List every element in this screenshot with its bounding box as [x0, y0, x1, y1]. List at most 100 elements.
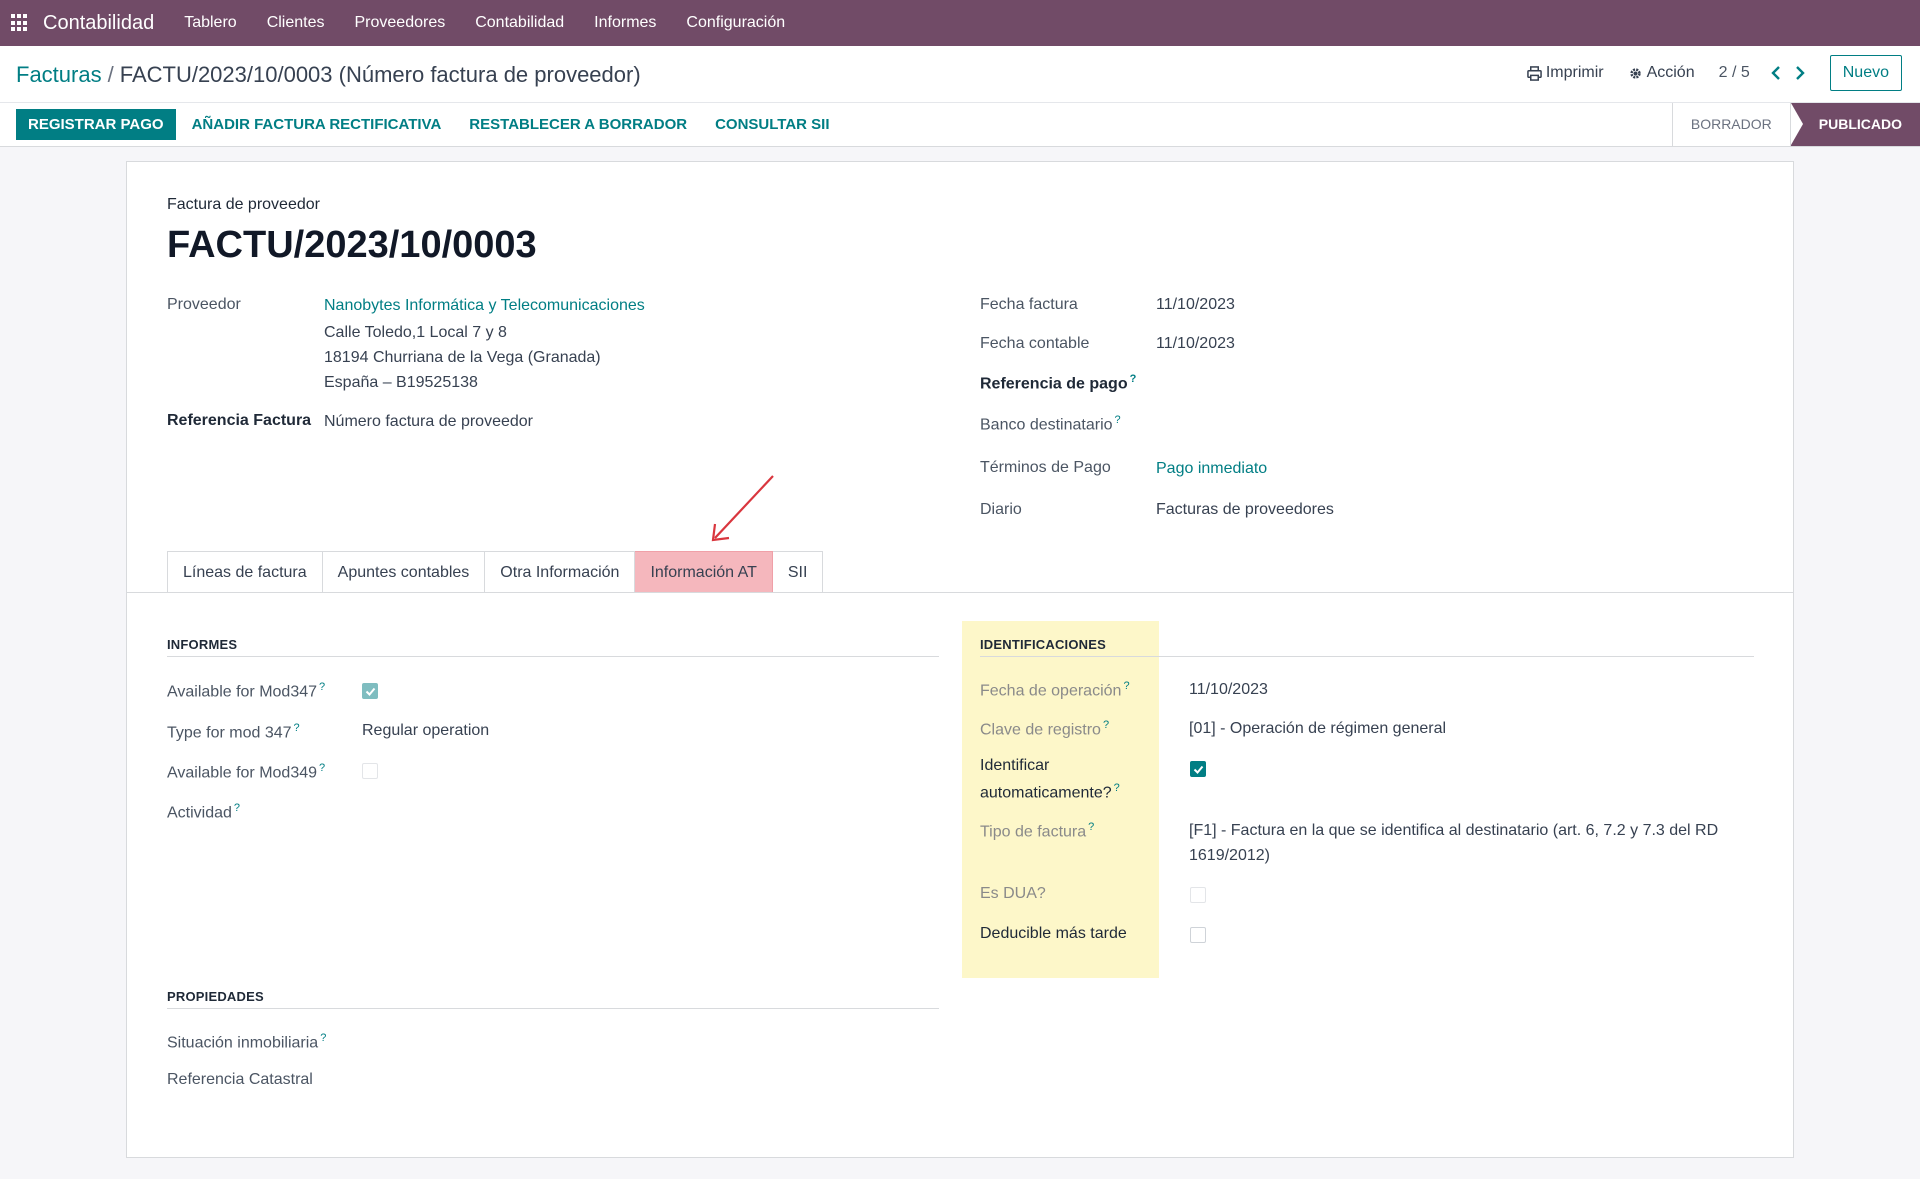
action-label: Acción — [1646, 64, 1695, 81]
vendor-address-line1: Calle Toledo,1 Local 7 y 8 — [324, 324, 507, 341]
identificar-auto-label-line1: Identificar — [980, 757, 1050, 774]
menu-clientes[interactable]: Clientes — [267, 14, 325, 32]
mod347-label-text: Available for Mod347 — [167, 683, 318, 701]
mod347-checkbox[interactable] — [362, 683, 378, 699]
menu-proveedores[interactable]: Proveedores — [355, 14, 446, 32]
state-borrador[interactable]: BORRADOR — [1671, 103, 1790, 146]
check-icon — [1193, 765, 1204, 774]
tab-sii[interactable]: SII — [772, 551, 824, 593]
print-button[interactable]: Imprimir — [1527, 64, 1604, 82]
check-icon — [365, 687, 376, 696]
gear-icon — [1629, 67, 1641, 79]
tab-apuntes-contables[interactable]: Apuntes contables — [322, 551, 486, 593]
invoice-date-value[interactable]: 11/10/2023 — [1156, 296, 1235, 314]
consult-sii-button[interactable]: CONSULTAR SII — [715, 109, 829, 140]
help-icon[interactable]: ? — [1130, 373, 1137, 385]
payment-reference-label-text: Referencia de pago — [980, 375, 1128, 393]
add-credit-note-button[interactable]: AÑADIR FACTURA RECTIFICATIVA — [192, 109, 442, 140]
top-navbar: Contabilidad Tablero Clientes Proveedore… — [0, 0, 1920, 46]
mod349-label: Available for Mod349? — [167, 762, 325, 782]
state-publicado[interactable]: PUBLICADO — [1789, 103, 1920, 146]
help-icon[interactable]: ? — [319, 762, 325, 774]
es-dua-checkbox[interactable] — [1190, 887, 1206, 903]
breadcrumb: Facturas / FACTU/2023/10/0003 (Número fact… — [16, 62, 641, 88]
mod347-label: Available for Mod347? — [167, 681, 325, 701]
print-label: Imprimir — [1545, 64, 1604, 81]
breadcrumb-current: FACTU/2023/10/0003 (Número factura de pr… — [119, 62, 641, 87]
help-icon[interactable]: ? — [1103, 719, 1109, 731]
recipient-bank-label-text: Banco destinatario — [980, 416, 1113, 434]
invoice-ref-value[interactable]: Número factura de proveedor — [324, 413, 533, 431]
identificar-auto-label: automaticamente?? — [980, 782, 1120, 802]
invoice-type-label: Factura de proveedor — [167, 196, 320, 213]
type347-value[interactable]: Regular operation — [362, 722, 489, 740]
help-icon[interactable]: ? — [320, 1032, 326, 1044]
tipo-factura-value-line2: 1619/2012) — [1189, 847, 1270, 864]
reset-to-draft-button[interactable]: RESTABLECER A BORRADOR — [469, 109, 687, 140]
menu-configuracion[interactable]: Configuración — [686, 14, 785, 32]
type347-label: Type for mod 347? — [167, 722, 300, 742]
identificar-auto-label-line2: automaticamente? — [980, 784, 1112, 802]
identificaciones-section-title: IDENTIFICACIONES — [980, 637, 1106, 652]
tipo-factura-value-line1[interactable]: [F1] - Factura en la que se identifica a… — [1189, 822, 1718, 840]
vendor-address-line3: España – B19525138 — [324, 374, 478, 391]
informes-divider — [167, 656, 939, 657]
actividad-label: Actividad? — [167, 802, 240, 822]
invoice-number: FACTU/2023/10/0003 — [167, 224, 537, 266]
clave-registro-label-text: Clave de registro — [980, 721, 1101, 739]
annotation-arrow-icon — [711, 475, 774, 542]
clave-registro-value[interactable]: [01] - Operación de régimen general — [1189, 720, 1446, 738]
journal-label: Diario — [980, 501, 1022, 518]
menu-contabilidad[interactable]: Contabilidad — [475, 14, 564, 32]
help-icon[interactable]: ? — [294, 722, 300, 734]
new-button[interactable]: Nuevo — [1829, 55, 1902, 91]
invoice-ref-label: Referencia Factura — [167, 412, 312, 429]
pager-value[interactable]: 2 / 5 — [1719, 64, 1750, 82]
accounting-date-value[interactable]: 11/10/2023 — [1156, 335, 1235, 353]
deducible-checkbox[interactable] — [1190, 927, 1206, 943]
app-name[interactable]: Contabilidad — [43, 12, 154, 35]
fecha-operacion-label: Fecha de operación? — [980, 680, 1130, 700]
mod349-label-text: Available for Mod349 — [167, 764, 318, 782]
identificar-auto-checkbox[interactable] — [1190, 761, 1206, 777]
accounting-date-label: Fecha contable — [980, 335, 1090, 352]
chevron-right-icon — [1795, 66, 1805, 80]
action-button[interactable]: Acción — [1628, 64, 1695, 82]
menu-tablero[interactable]: Tablero — [184, 14, 236, 32]
help-icon[interactable]: ? — [1123, 680, 1129, 692]
vendor-link[interactable]: Nanobytes Informática y Telecomunicacion… — [324, 297, 645, 315]
es-dua-label: Es DUA? — [980, 885, 1046, 902]
status-bar: REGISTRAR PAGO AÑADIR FACTURA RECTIFICAT… — [0, 103, 1920, 147]
help-icon[interactable]: ? — [234, 802, 240, 814]
situacion-inmobiliaria-label-text: Situación inmobiliaria — [167, 1034, 319, 1052]
control-panel: Facturas / FACTU/2023/10/0003 (Número fact… — [0, 46, 1920, 103]
invoice-date-label: Fecha factura — [980, 296, 1078, 313]
journal-value[interactable]: Facturas de proveedores — [1156, 501, 1334, 519]
type347-label-text: Type for mod 347 — [167, 724, 292, 742]
breadcrumb-facturas[interactable]: Facturas — [16, 62, 102, 87]
register-payment-button[interactable]: REGISTRAR PAGO — [16, 109, 176, 140]
referencia-catastral-label: Referencia Catastral — [167, 1071, 313, 1088]
notebook-tabs: Líneas de factura Apuntes contables Otra… — [167, 551, 824, 593]
tab-informacion-at[interactable]: Información AT — [635, 551, 773, 593]
help-icon[interactable]: ? — [319, 681, 325, 693]
apps-grid-icon[interactable] — [11, 14, 29, 32]
help-icon[interactable]: ? — [1114, 782, 1120, 794]
tab-otra-informacion[interactable]: Otra Información — [485, 551, 636, 593]
chevron-left-icon — [1771, 66, 1780, 80]
menu-informes[interactable]: Informes — [594, 14, 656, 32]
vendor-address-line2: 18194 Churriana de la Vega (Granada) — [324, 349, 601, 366]
tipo-factura-label-text: Tipo de factura — [980, 823, 1087, 841]
help-icon[interactable]: ? — [1115, 414, 1121, 426]
fecha-operacion-value[interactable]: 11/10/2023 — [1189, 681, 1268, 699]
tab-lineas-factura[interactable]: Líneas de factura — [167, 551, 323, 593]
payment-reference-label: Referencia de pago? — [980, 373, 1136, 393]
payment-terms-link[interactable]: Pago inmediato — [1156, 460, 1267, 478]
pager-previous-button[interactable] — [1764, 66, 1788, 80]
mod349-checkbox[interactable] — [362, 763, 378, 779]
help-icon[interactable]: ? — [1088, 821, 1094, 833]
printer-icon — [1527, 65, 1542, 81]
pager-next-button[interactable] — [1788, 66, 1812, 80]
vendor-label: Proveedor — [167, 296, 241, 313]
deducible-label: Deducible más tarde — [980, 925, 1127, 942]
